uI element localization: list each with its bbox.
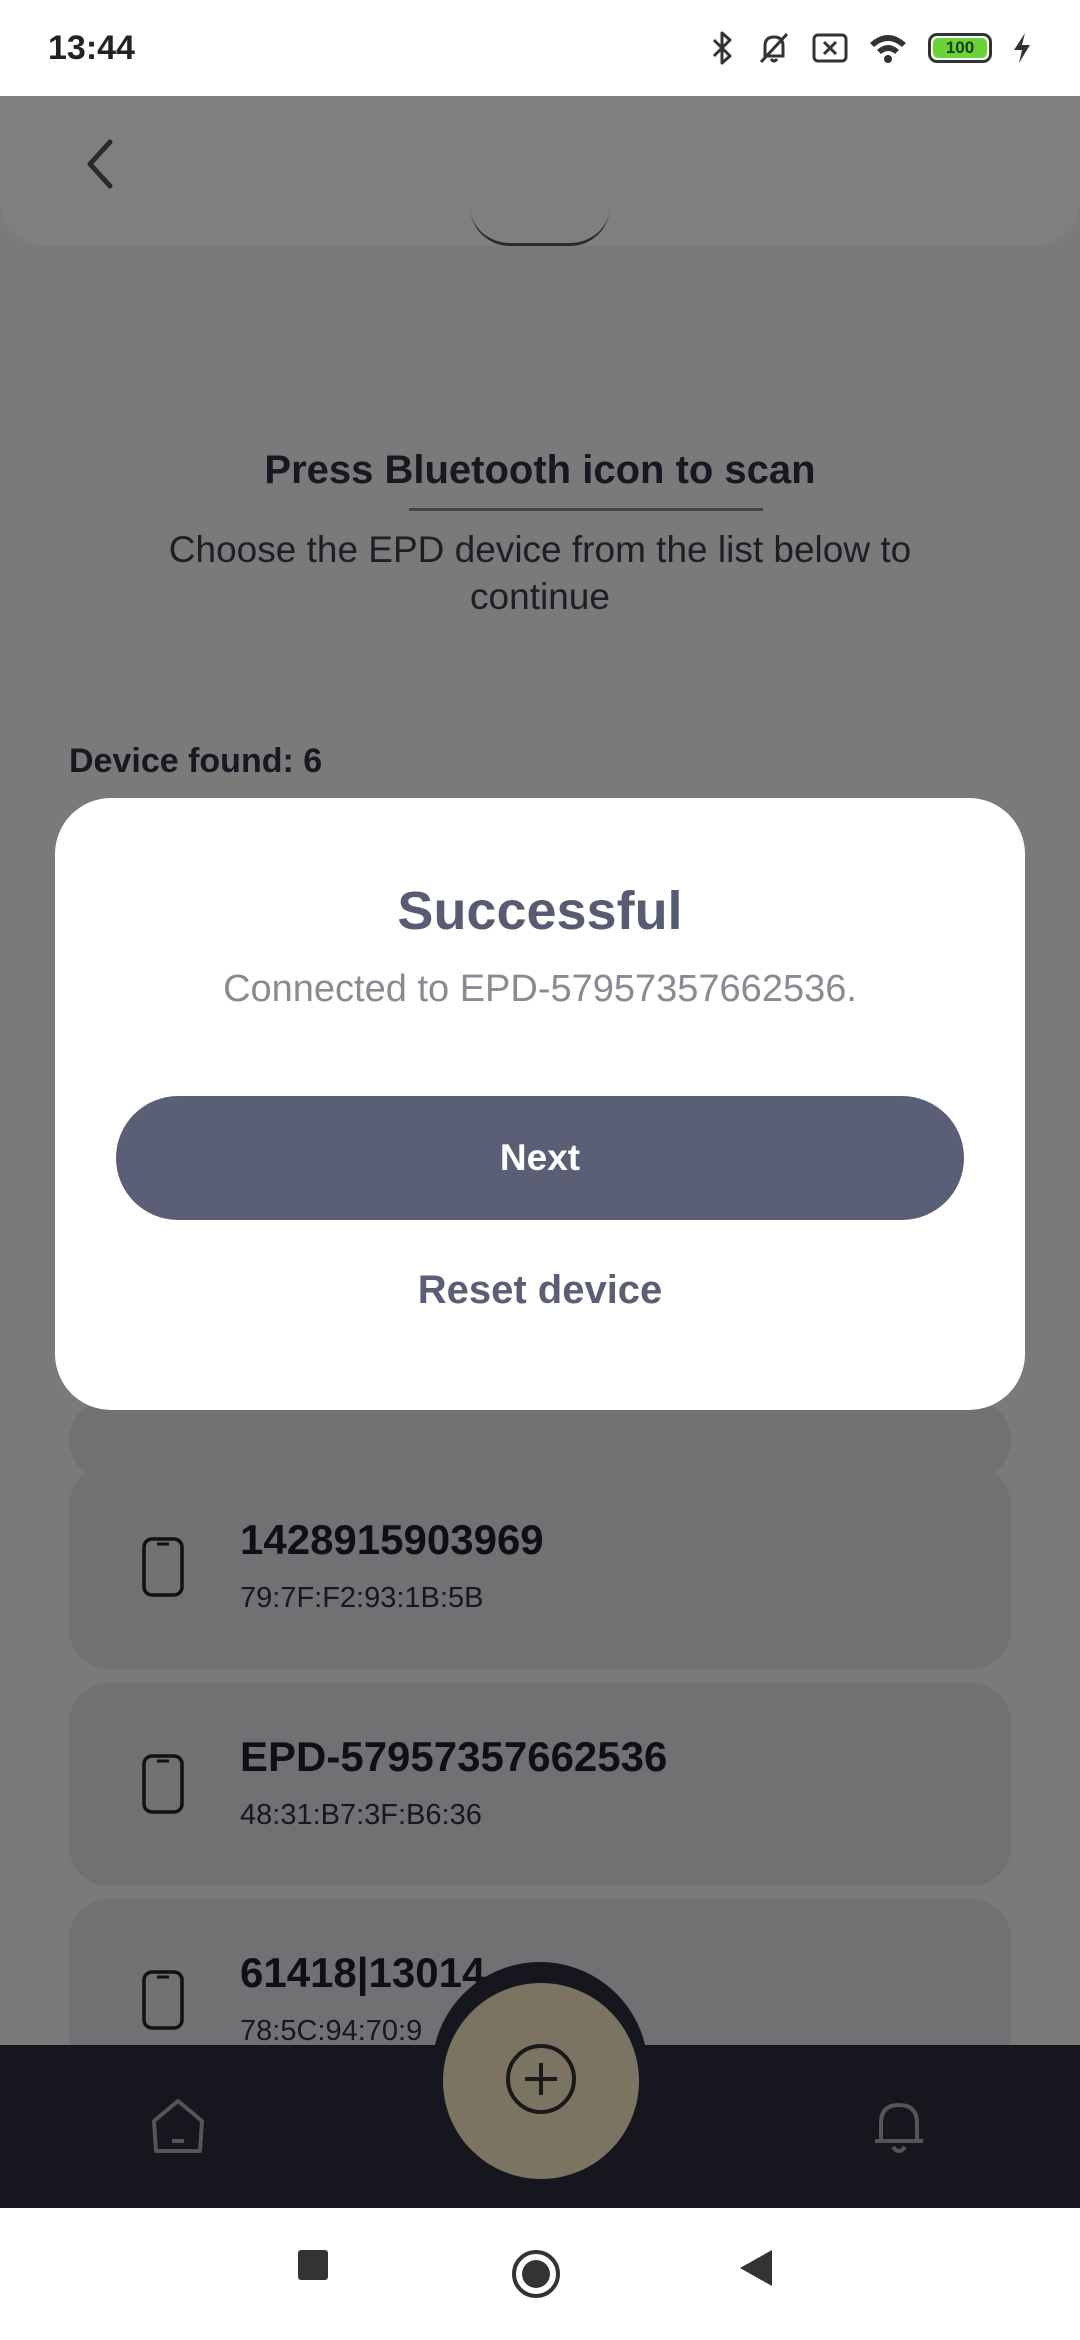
- wifi-icon: [868, 32, 908, 64]
- status-bar: 13:44 100: [0, 0, 1080, 96]
- dialog-title: Successful: [397, 881, 683, 941]
- screen: 13:44 100 Successful Connected to EPD-57…: [0, 0, 1080, 2340]
- status-icons: 100: [710, 30, 1032, 66]
- reset-device-button[interactable]: Reset device: [55, 1268, 1025, 1313]
- battery-level: 100: [933, 38, 987, 58]
- success-dialog: Successful Connected to EPD-579573576625…: [55, 798, 1025, 1410]
- charging-icon: [1012, 32, 1032, 64]
- dialog-message: Connected to EPD-57957357662536.: [223, 968, 857, 1010]
- status-time: 13:44: [48, 28, 135, 67]
- recents-square-icon[interactable]: [296, 2248, 330, 2282]
- next-button[interactable]: Next: [116, 1096, 964, 1220]
- sim-x-icon: [812, 32, 848, 64]
- bluetooth-icon: [710, 30, 736, 66]
- system-nav: [0, 2208, 1080, 2340]
- home-circle-icon[interactable]: [510, 2248, 562, 2300]
- battery-icon: 100: [928, 33, 992, 63]
- back-triangle-icon[interactable]: [738, 2248, 774, 2288]
- bell-muted-icon: [756, 30, 792, 66]
